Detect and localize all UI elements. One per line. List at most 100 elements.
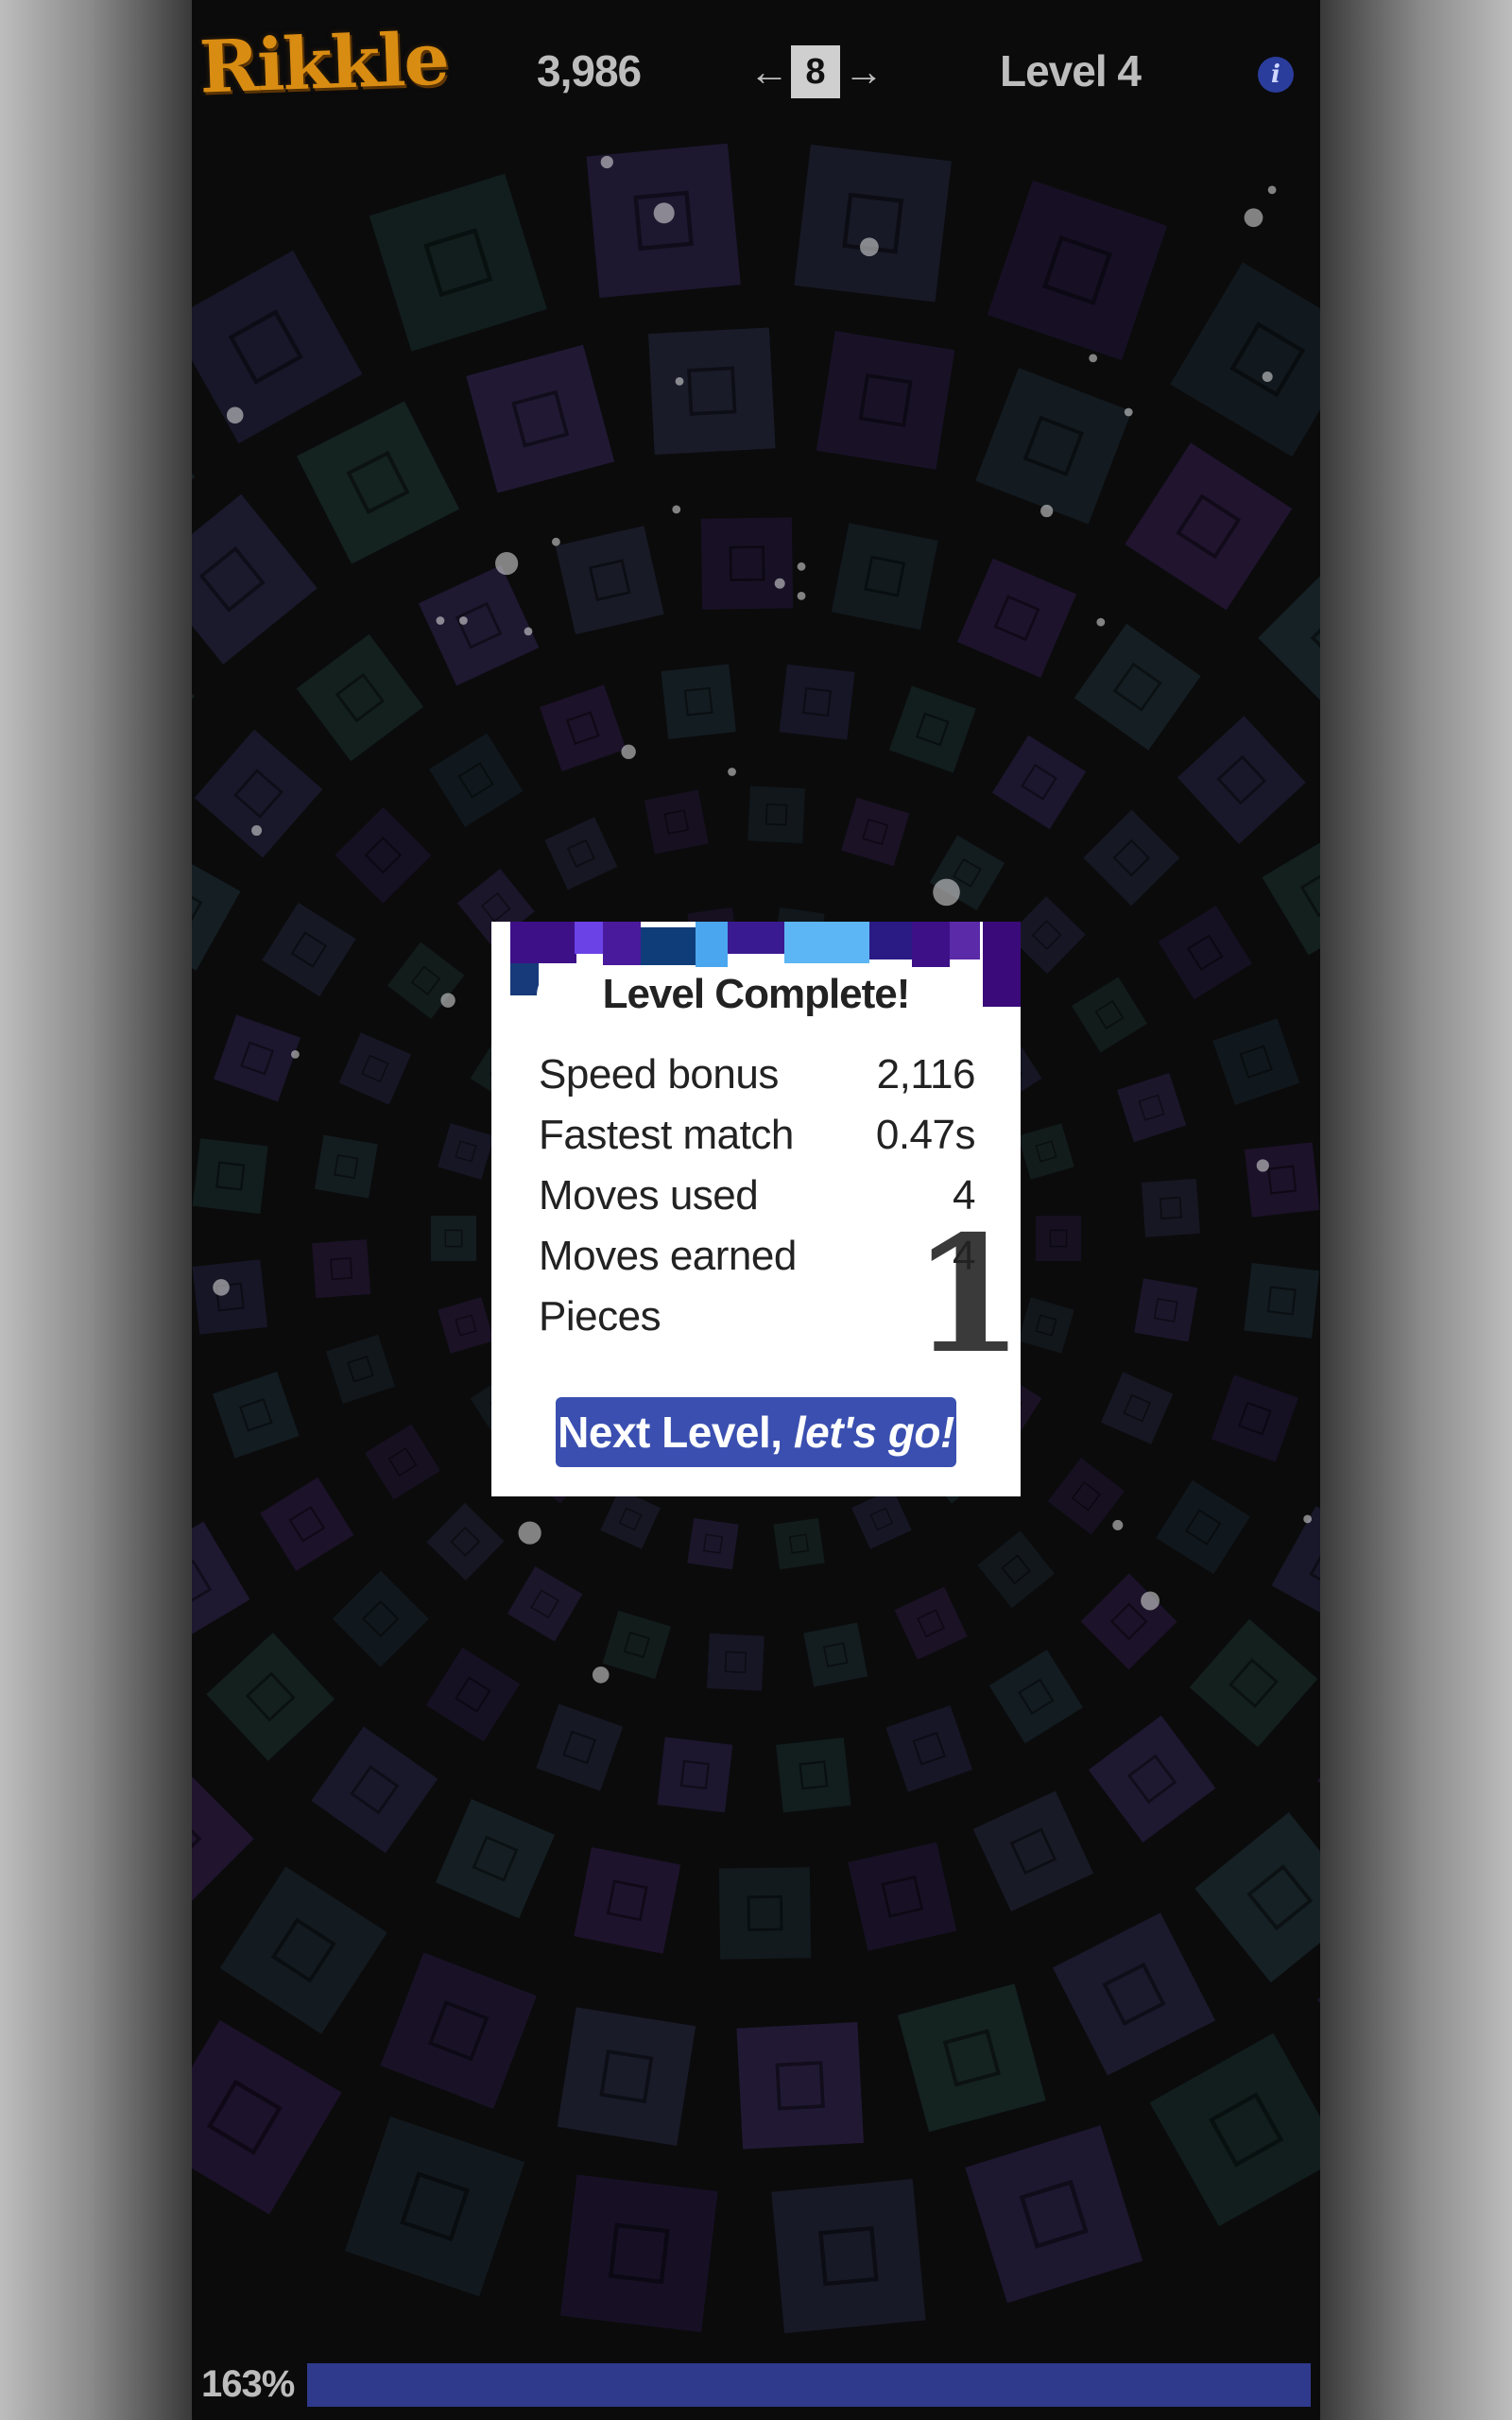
game-tile[interactable] <box>1211 1374 1298 1462</box>
game-tile[interactable] <box>1170 262 1320 458</box>
game-tile[interactable] <box>851 1489 912 1549</box>
game-tile[interactable] <box>1036 1216 1081 1261</box>
game-tile[interactable] <box>600 1489 661 1549</box>
game-tile[interactable] <box>260 1477 354 1571</box>
game-tile[interactable] <box>794 144 952 302</box>
game-tile[interactable] <box>888 685 976 773</box>
game-tile[interactable] <box>536 1703 624 1791</box>
game-tile[interactable] <box>192 1138 268 1214</box>
logo[interactable]: Rikkle <box>198 16 450 109</box>
game-tile[interactable] <box>438 1123 494 1180</box>
game-tile[interactable] <box>1158 906 1252 1000</box>
game-tile[interactable] <box>1258 552 1320 724</box>
game-tile[interactable] <box>1125 442 1293 611</box>
game-tile[interactable] <box>345 2117 525 2297</box>
next-level-button[interactable]: Next Level, let's go! <box>556 1397 956 1467</box>
game-tile[interactable] <box>885 1705 972 1792</box>
game-tile[interactable] <box>831 523 938 631</box>
game-tile[interactable] <box>602 1610 671 1680</box>
level-number-box[interactable]: 8 <box>791 45 840 98</box>
game-tile[interactable] <box>192 619 195 790</box>
game-tile[interactable] <box>987 180 1167 360</box>
game-tile[interactable] <box>1052 1912 1216 2076</box>
arrow-left-icon[interactable]: ← <box>749 52 789 92</box>
game-tile[interactable] <box>975 368 1132 525</box>
game-tile[interactable] <box>1080 1573 1177 1670</box>
game-tile[interactable] <box>1117 1073 1187 1143</box>
game-tile[interactable] <box>1271 1506 1320 1630</box>
game-tile[interactable] <box>332 1570 429 1668</box>
game-tile[interactable] <box>192 1521 250 1647</box>
game-tile[interactable] <box>192 1259 267 1335</box>
game-tile[interactable] <box>206 1633 335 1761</box>
game-tile[interactable] <box>466 344 615 493</box>
game-tile[interactable] <box>1072 977 1147 1053</box>
game-tile[interactable] <box>991 735 1087 830</box>
game-tile[interactable] <box>425 1647 521 1742</box>
game-tile[interactable] <box>311 1726 438 1854</box>
game-tile[interactable] <box>1083 809 1180 907</box>
game-tile[interactable] <box>544 817 618 890</box>
arrow-right-icon[interactable]: → <box>844 52 884 92</box>
game-tile[interactable] <box>1018 1123 1074 1180</box>
game-tile[interactable] <box>192 847 241 971</box>
game-tile[interactable] <box>1074 623 1201 751</box>
game-tile[interactable] <box>661 664 736 739</box>
game-tile[interactable] <box>779 664 855 740</box>
game-tile[interactable] <box>369 173 547 352</box>
game-tile[interactable] <box>560 2174 718 2333</box>
game-tile[interactable] <box>507 1565 583 1642</box>
game-tile[interactable] <box>1189 1618 1318 1748</box>
game-tile[interactable] <box>1194 1812 1320 1983</box>
game-tile[interactable] <box>956 558 1077 678</box>
game-tile[interactable] <box>1262 830 1320 956</box>
game-tile[interactable] <box>736 2022 864 2150</box>
game-tile[interactable] <box>1101 1372 1174 1444</box>
game-tile[interactable] <box>965 2125 1143 2304</box>
game-tile[interactable] <box>707 1633 765 1691</box>
game-tile[interactable] <box>429 733 524 827</box>
game-tile[interactable] <box>214 1014 301 1102</box>
game-tile[interactable] <box>296 401 460 564</box>
game-tile[interactable] <box>1018 1297 1074 1354</box>
game-tile[interactable] <box>194 729 323 858</box>
game-tile[interactable] <box>1134 1278 1198 1342</box>
game-tile[interactable] <box>1156 1479 1250 1575</box>
game-tile[interactable] <box>972 1790 1094 1912</box>
game-tile[interactable] <box>192 2019 342 2215</box>
game-tile[interactable] <box>574 1846 681 1954</box>
game-tile[interactable] <box>657 1737 733 1813</box>
game-tile[interactable] <box>192 493 318 665</box>
game-tile[interactable] <box>219 1866 387 2034</box>
game-tile[interactable] <box>325 1334 395 1404</box>
game-tile[interactable] <box>380 1952 537 2109</box>
game-tile[interactable] <box>1245 1142 1320 1218</box>
game-tile[interactable] <box>977 1530 1055 1608</box>
game-tile[interactable] <box>1317 1686 1320 1858</box>
game-tile[interactable] <box>387 942 465 1019</box>
game-tile[interactable] <box>848 1841 957 1951</box>
game-tile[interactable] <box>262 902 356 997</box>
game-tile[interactable] <box>312 1239 371 1299</box>
game-tile[interactable] <box>988 1650 1083 1744</box>
info-icon[interactable]: i <box>1258 57 1294 93</box>
game-tile[interactable] <box>648 327 776 455</box>
game-tile[interactable] <box>1149 2032 1320 2227</box>
game-tile[interactable] <box>192 1753 254 1925</box>
game-tile[interactable] <box>644 789 709 855</box>
game-tile[interactable] <box>747 786 805 844</box>
game-tile[interactable] <box>1088 1715 1216 1843</box>
game-tile[interactable] <box>335 806 432 904</box>
game-tile[interactable] <box>314 1134 378 1199</box>
game-tile[interactable] <box>1212 1018 1299 1105</box>
game-tile[interactable] <box>213 1372 300 1459</box>
game-tile[interactable] <box>338 1032 411 1105</box>
game-tile[interactable] <box>771 2178 926 2334</box>
game-tile[interactable] <box>700 517 794 610</box>
game-tile[interactable] <box>1177 716 1306 844</box>
game-tile[interactable] <box>426 1502 505 1581</box>
game-tile[interactable] <box>894 1586 968 1660</box>
game-tile[interactable] <box>540 684 627 771</box>
game-tile[interactable] <box>687 1517 739 1570</box>
game-tile[interactable] <box>718 1867 812 1960</box>
